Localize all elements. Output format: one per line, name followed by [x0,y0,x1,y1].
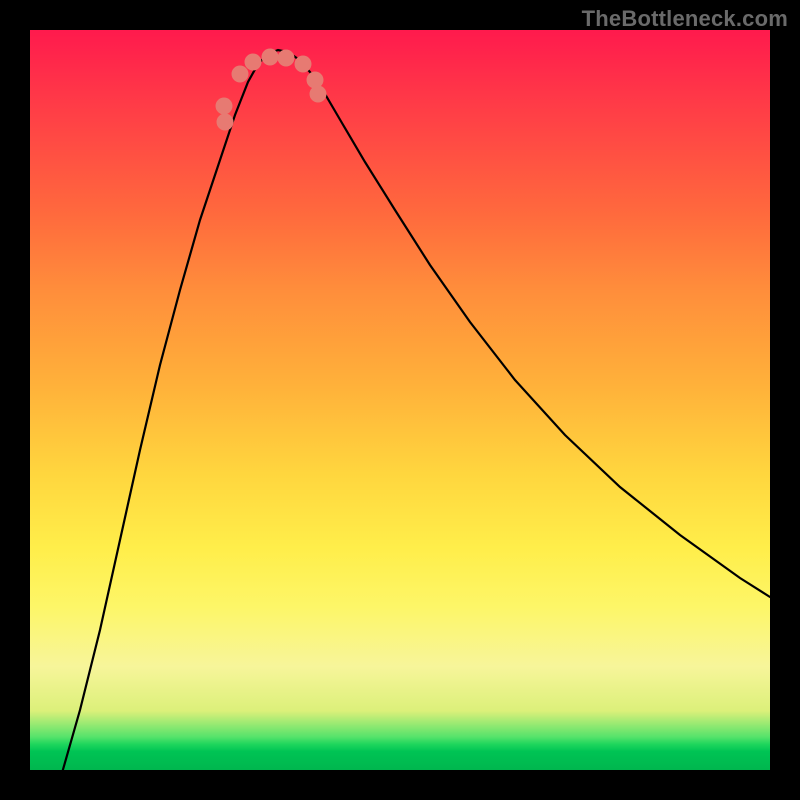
marker-dot [295,56,312,73]
plot-area [30,30,770,770]
marker-dot [232,66,249,83]
marker-dot [245,54,262,71]
marker-dots-group [216,49,327,131]
marker-dot [217,114,234,131]
bottleneck-curve [60,50,770,780]
curve-svg [30,30,770,770]
marker-dot [307,72,324,89]
marker-dot [216,98,233,115]
chart-frame: TheBottleneck.com [0,0,800,800]
marker-dot [310,86,327,103]
marker-dot [262,49,279,66]
marker-dot [278,50,295,67]
watermark-text: TheBottleneck.com [582,6,788,32]
